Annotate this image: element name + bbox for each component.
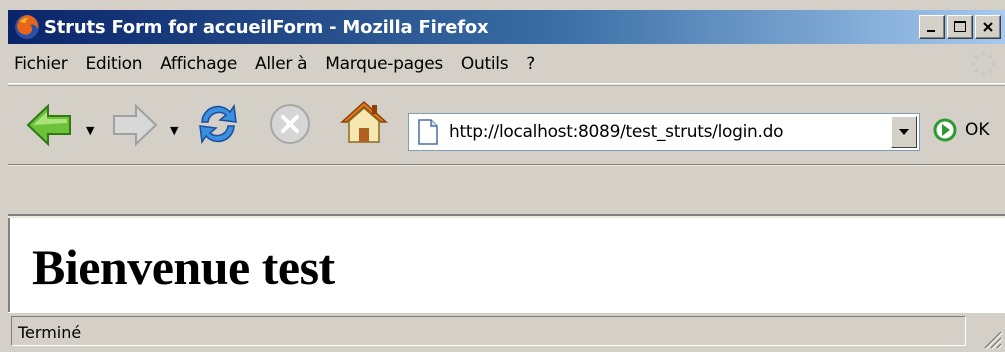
minimize-icon <box>927 30 935 32</box>
close-icon <box>983 22 993 32</box>
menu-affichage[interactable]: Affichage <box>151 54 246 74</box>
url-dropdown-button[interactable] <box>891 116 917 148</box>
menu-marque-pages[interactable]: Marque-pages <box>316 54 452 74</box>
forward-dropdown-icon[interactable]: ▼ <box>170 124 178 137</box>
status-bar: Terminé <box>8 312 1005 352</box>
go-label: OK <box>965 120 990 140</box>
browser-window: Struts Form for accueilForm - Mozilla Fi… <box>8 10 1005 352</box>
reload-button[interactable] <box>192 98 244 154</box>
menu-help[interactable]: ? <box>517 54 544 74</box>
stop-button[interactable] <box>268 102 312 150</box>
url-bar[interactable]: http://localhost:8089/test_struts/login.… <box>408 113 920 151</box>
navigation-toolbar: ▼ ▼ http://localhost:8089/test_struts/lo… <box>8 85 1005 165</box>
minimize-button[interactable] <box>919 15 945 39</box>
page-icon <box>418 119 438 145</box>
page-content: Bienvenue test <box>8 218 1005 312</box>
status-panel: Terminé <box>11 316 966 346</box>
forward-arrow-icon <box>113 103 158 147</box>
window-title: Struts Form for accueilForm - Mozilla Fi… <box>44 16 489 38</box>
go-arrow-icon <box>933 118 957 142</box>
menu-aller-a[interactable]: Aller à <box>246 54 316 74</box>
go-button[interactable]: OK <box>933 118 990 142</box>
menu-edition[interactable]: Edition <box>76 54 151 74</box>
status-text: Terminé <box>18 323 82 342</box>
title-bar[interactable]: Struts Form for accueilForm - Mozilla Fi… <box>8 10 1005 44</box>
back-button[interactable] <box>24 100 76 154</box>
home-button[interactable] <box>338 96 390 152</box>
maximize-button[interactable] <box>947 15 973 39</box>
page-heading: Bienvenue test <box>32 239 335 295</box>
throbber-icon <box>970 51 996 77</box>
forward-button[interactable] <box>108 100 160 154</box>
home-icon <box>340 100 388 143</box>
menu-fichier[interactable]: Fichier <box>8 54 76 74</box>
menu-bar: Fichier Edition Affichage Aller à Marque… <box>8 44 1005 84</box>
firefox-icon <box>15 15 39 39</box>
bookmarks-toolbar <box>8 166 1005 216</box>
resize-grip-icon[interactable] <box>977 324 1003 350</box>
back-arrow-icon <box>26 103 71 147</box>
url-input[interactable]: http://localhost:8089/test_struts/login.… <box>449 122 891 142</box>
stop-icon <box>270 104 310 144</box>
maximize-icon <box>954 21 966 32</box>
reload-icon <box>199 103 237 145</box>
back-dropdown-icon[interactable]: ▼ <box>86 124 94 137</box>
close-button[interactable] <box>975 15 1001 39</box>
window-controls <box>919 15 1001 39</box>
chevron-down-icon <box>899 129 909 135</box>
menu-outils[interactable]: Outils <box>452 54 517 74</box>
